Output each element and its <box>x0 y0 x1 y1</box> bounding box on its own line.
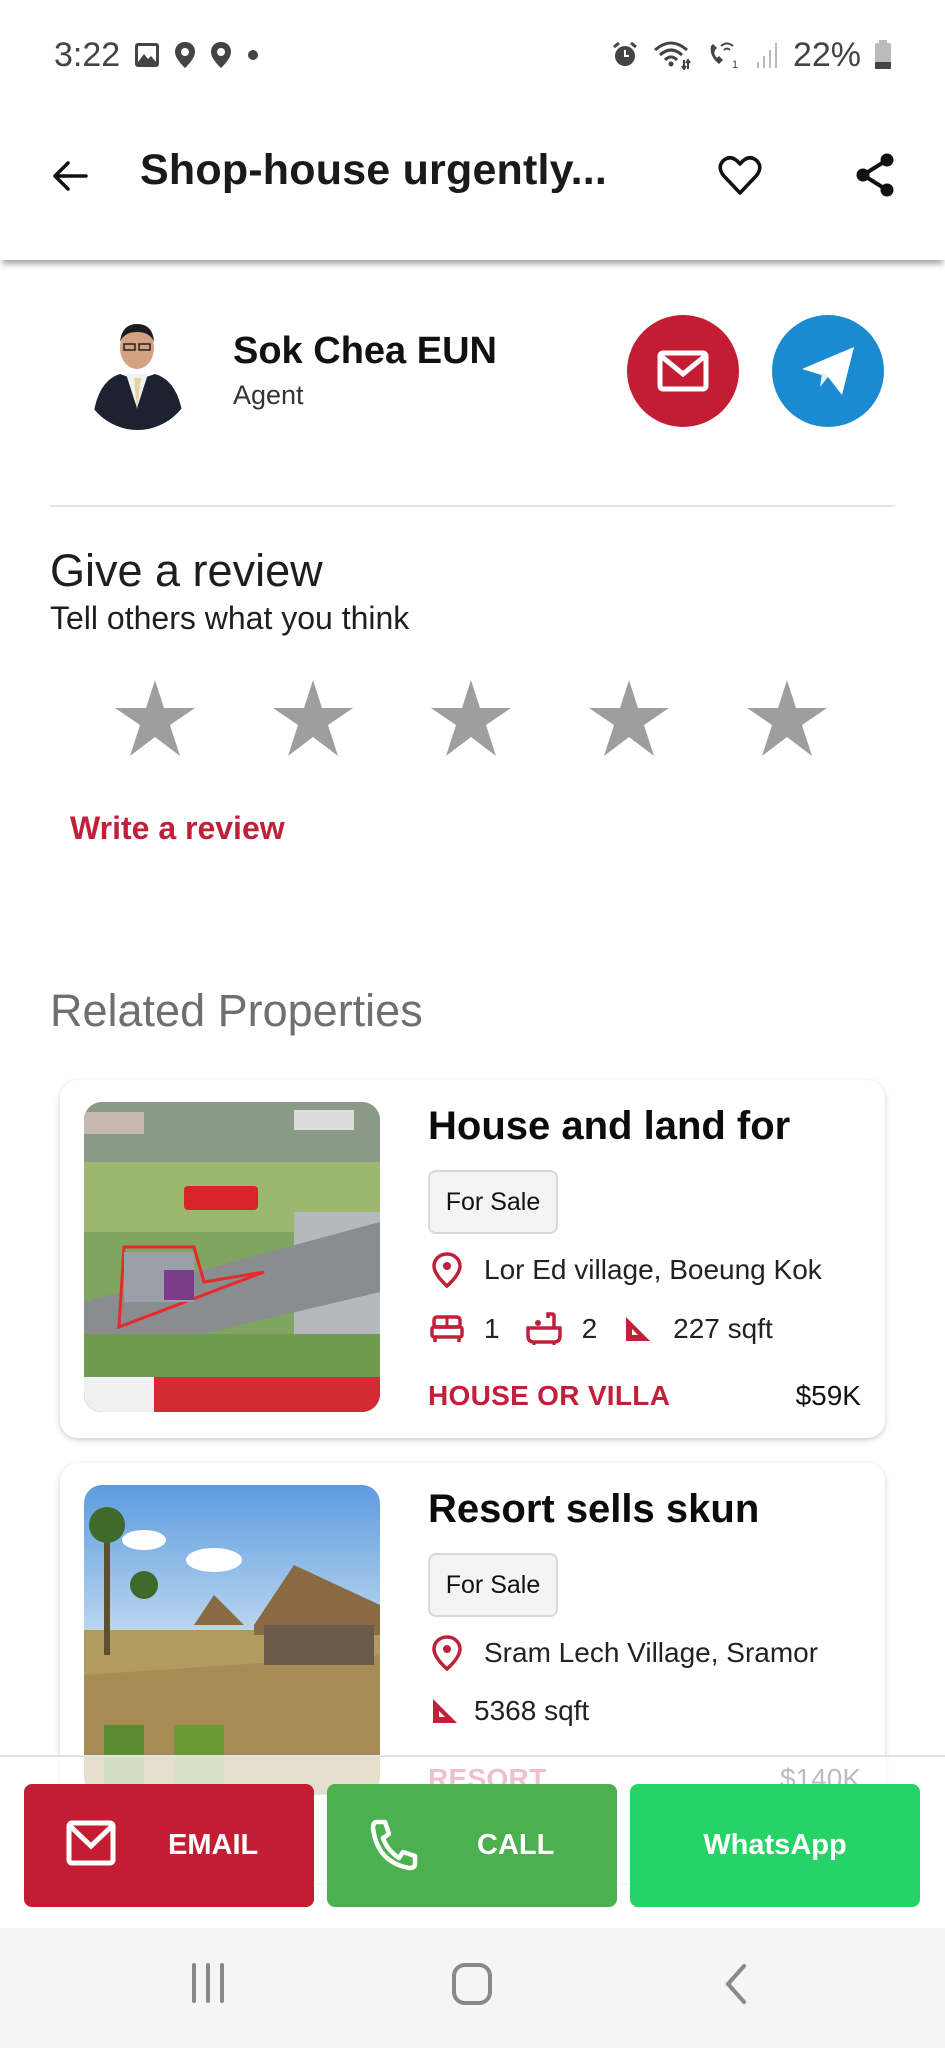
recent-apps-icon <box>192 1963 224 2003</box>
telegram-icon <box>802 347 854 395</box>
back-button[interactable] <box>48 150 92 202</box>
location-icon <box>210 41 232 69</box>
favorite-button[interactable] <box>715 150 765 202</box>
system-nav-bar <box>0 1928 945 2048</box>
property-price: $59K <box>795 1380 861 1411</box>
star-icon[interactable] <box>587 678 671 758</box>
whatsapp-button[interactable]: WhatsApp <box>630 1784 920 1907</box>
star-icon[interactable] <box>271 678 355 758</box>
area-value: 5368 sqft <box>474 1695 590 1726</box>
listing-tag: For Sale <box>428 1170 558 1234</box>
review-title: Give a review <box>50 545 323 596</box>
agent-name: Sok Chea EUN <box>233 330 497 372</box>
share-button[interactable] <box>852 148 898 202</box>
phone-icon <box>370 1819 418 1871</box>
system-back-button[interactable] <box>722 1962 750 2006</box>
wifi-calling-icon: 1 <box>707 40 741 70</box>
dot-icon <box>246 48 260 62</box>
battery-icon <box>875 40 891 70</box>
gallery-icon <box>134 42 160 68</box>
property-location: Lor Ed village, Boeung Kok <box>432 1252 822 1288</box>
beds-count: 1 <box>484 1313 500 1344</box>
review-subtitle: Tell others what you think <box>50 600 410 636</box>
baths-count: 2 <box>581 1313 598 1344</box>
bed-icon <box>430 1315 464 1342</box>
property-card[interactable]: House and land for For Sale Lor Ed villa… <box>60 1080 885 1438</box>
location-text: Sram Lech Village, Sramor <box>484 1637 819 1668</box>
property-type: HOUSE OR VILLA <box>428 1380 671 1411</box>
status-bar: 3:22 1 22% <box>0 0 945 110</box>
area-ruler-icon <box>626 1317 651 1341</box>
email-button[interactable]: EMAIL <box>24 1784 314 1907</box>
home-button[interactable] <box>451 1962 493 2006</box>
agent-role: Agent <box>233 380 304 410</box>
page-title: Shop-house urgently... <box>140 146 608 194</box>
property-location: Sram Lech Village, Sramor <box>432 1635 818 1671</box>
recent-apps-button[interactable] <box>188 1962 228 2004</box>
property-thumbnail <box>84 1102 380 1412</box>
area-ruler-icon <box>433 1699 457 1723</box>
email-button-label: EMAIL <box>168 1829 259 1861</box>
area-value: 227 sqft <box>673 1313 773 1344</box>
call-button[interactable]: CALL <box>327 1784 617 1907</box>
agent-email-button[interactable] <box>627 315 739 427</box>
whatsapp-button-label: WhatsApp <box>703 1829 847 1861</box>
write-review-link[interactable]: Write a review <box>70 810 285 847</box>
location-icon <box>174 41 196 69</box>
star-icon[interactable] <box>745 678 829 758</box>
svg-text:1: 1 <box>732 59 738 70</box>
divider <box>50 505 895 507</box>
location-pin-icon <box>432 1635 462 1671</box>
star-icon[interactable] <box>429 678 513 758</box>
alarm-icon <box>611 41 639 69</box>
mail-icon <box>66 1820 116 1866</box>
agent-telegram-button[interactable] <box>772 315 884 427</box>
property-title: House and land for <box>428 1104 791 1148</box>
battery-percent: 22% <box>792 35 861 74</box>
property-title: Resort sells skun <box>428 1487 760 1531</box>
signal-icon <box>755 40 779 70</box>
listing-tag: For Sale <box>428 1553 558 1617</box>
bath-icon <box>525 1312 562 1345</box>
property-features: 1 2 227 sqft <box>430 1312 799 1346</box>
heart-outline-icon <box>718 156 762 195</box>
call-button-label: CALL <box>477 1829 555 1861</box>
contact-action-bar: EMAIL CALL WhatsApp <box>0 1755 945 1928</box>
location-pin-icon <box>432 1252 462 1288</box>
wifi-icon <box>653 40 693 70</box>
status-time: 3:22 <box>54 35 121 74</box>
share-icon <box>856 153 894 197</box>
mail-icon <box>657 350 709 392</box>
chevron-left-icon <box>725 1964 746 2004</box>
agent-avatar[interactable] <box>80 310 195 430</box>
app-bar: Shop-house urgently... <box>0 110 945 260</box>
star-icon[interactable] <box>113 678 197 758</box>
property-thumbnail <box>84 1485 380 1795</box>
location-text: Lor Ed village, Boeung Kok <box>484 1254 822 1285</box>
rating-stars <box>113 678 829 758</box>
related-properties-title: Related Properties <box>50 985 423 1036</box>
agent-section: Sok Chea EUN Agent <box>0 310 945 440</box>
home-icon <box>452 1963 492 2005</box>
property-features: 5368 sqft <box>430 1695 615 1727</box>
arrow-left-icon <box>53 161 88 191</box>
